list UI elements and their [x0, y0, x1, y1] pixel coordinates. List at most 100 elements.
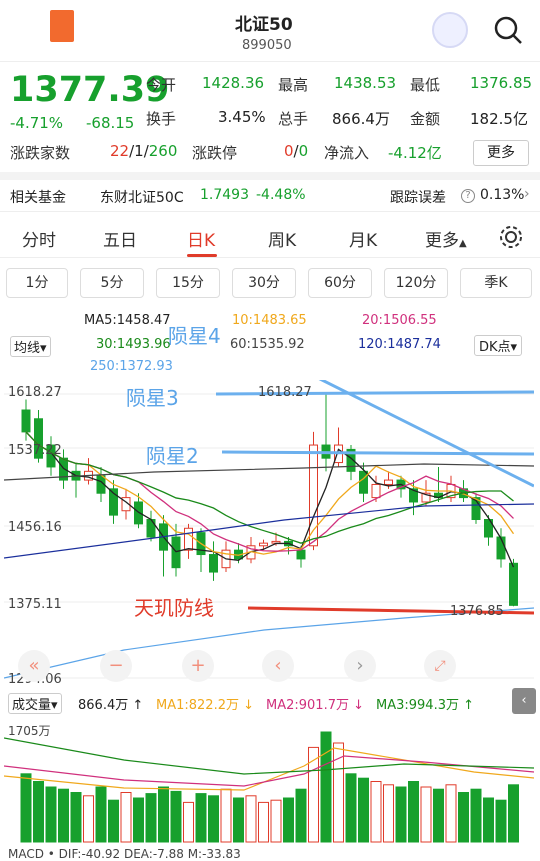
volume-bar — [133, 797, 144, 843]
related-fund-row[interactable]: 相关基金 东财北证50C 1.7493 -4.48% 跟踪误差 ? 0.13% … — [0, 180, 540, 212]
active-tab-indicator — [187, 254, 217, 257]
candle-body — [359, 470, 368, 494]
kline-svg — [3, 333, 535, 679]
high-marker: 1618.27 — [258, 385, 312, 400]
volume-bar — [295, 788, 307, 843]
volume-bar — [158, 786, 169, 843]
collapse-panel-icon[interactable]: ‹ — [512, 688, 536, 714]
volume-bar — [183, 801, 194, 843]
tab-more[interactable]: 更多▲ — [425, 226, 467, 251]
gear-icon[interactable] — [498, 224, 524, 250]
volume-bar — [33, 781, 44, 843]
volume-bar — [258, 801, 269, 843]
more-quote-button[interactable]: 更多 — [473, 140, 529, 166]
tab-five-day[interactable]: 五日 — [103, 226, 137, 251]
tab-daily-k[interactable]: 日K — [187, 226, 215, 251]
candle-body — [384, 479, 393, 485]
robot-avatar-icon[interactable] — [432, 12, 468, 48]
ma250-legend: 250:1372.93 — [90, 359, 173, 374]
volume-value: 866.4万 — [332, 110, 390, 128]
kline-chart[interactable] — [3, 333, 535, 680]
vol-ma2: MA2:901.7万 ↓ — [266, 698, 365, 713]
volume-bar — [433, 788, 444, 843]
zoom-out-icon[interactable]: − — [100, 650, 132, 682]
volume-chart[interactable] — [3, 716, 535, 844]
limit-label: 涨跌停 — [192, 144, 238, 162]
indicator-selector[interactable]: 均线▾ — [10, 336, 51, 357]
open-value: 1428.36 — [202, 74, 265, 92]
volume-bar — [270, 799, 282, 843]
volume-bar — [508, 784, 519, 843]
period-15min[interactable]: 15分 — [156, 268, 220, 298]
volume-bar — [20, 773, 32, 843]
volume-bar — [70, 792, 82, 843]
info-icon[interactable]: ? — [461, 189, 475, 203]
candle-body — [209, 554, 218, 573]
change-pct: -4.71% — [10, 114, 64, 132]
volume-bar — [308, 746, 319, 843]
axis-label-1: 1618.27 — [8, 385, 62, 400]
chevron-right-icon: › — [524, 186, 530, 202]
volume-bar — [45, 786, 57, 843]
volume-bar — [195, 793, 207, 843]
turnover-value: 3.45% — [218, 108, 266, 126]
volume-bar — [320, 731, 332, 843]
net-flow-value: -4.12亿 — [388, 144, 442, 162]
volume-max-label: 1705万 — [8, 724, 51, 738]
volume-bar — [420, 786, 432, 843]
candle-body — [496, 536, 506, 560]
period-30min[interactable]: 30分 — [232, 268, 296, 298]
period-1min[interactable]: 1分 — [6, 268, 68, 298]
vol-ma3: MA3:994.3万 ↑ — [376, 698, 475, 713]
volume-bar — [445, 784, 457, 843]
amount-label: 金额 — [410, 110, 441, 128]
change-value: -68.15 — [86, 114, 135, 132]
period-120min[interactable]: 120分 — [384, 268, 448, 298]
volume-bar — [495, 799, 507, 843]
scroll-left-fast-icon[interactable]: « — [18, 650, 50, 682]
volume-bar — [145, 793, 157, 843]
tab-monthly-k[interactable]: 月K — [349, 226, 377, 251]
volume-selector[interactable]: 成交量▾ — [8, 693, 62, 714]
tab-intraday[interactable]: 分时 — [22, 226, 56, 251]
candle-body — [259, 542, 268, 547]
ma60-legend: 60:1535.92 — [230, 337, 305, 352]
annotation-meteor-4: 陨星4 — [168, 324, 221, 348]
chart-tabs: 分时 五日 日K 周K 月K 更多▲ — [0, 214, 540, 258]
candle-body — [371, 483, 381, 499]
amount-value: 182.5亿 — [470, 110, 528, 128]
search-icon[interactable] — [492, 14, 524, 46]
ma20-legend: 20:1506.55 — [362, 313, 437, 328]
tracking-error-label: 跟踪误差 — [390, 190, 446, 206]
scroll-right-icon[interactable]: › — [344, 650, 376, 682]
volume-bar — [408, 781, 419, 843]
ma120-legend: 120:1487.74 — [358, 337, 441, 352]
tracking-error-value: 0.13% — [480, 187, 525, 203]
candle-body — [21, 409, 31, 433]
limit-values: 0/0 — [284, 142, 309, 160]
fund-name[interactable]: 东财北证50C — [100, 187, 184, 207]
volume-bar — [58, 788, 69, 843]
stock-code: 899050 — [242, 38, 292, 53]
low-label: 最低 — [410, 76, 441, 94]
dk-point-button[interactable]: DK点▾ — [474, 335, 523, 356]
back-icon[interactable] — [50, 10, 74, 42]
open-label: 今开 — [146, 76, 177, 94]
ma120-line — [3, 503, 535, 559]
fullscreen-icon[interactable]: ⤢ — [424, 650, 456, 682]
fund-pct: -4.48% — [256, 187, 306, 203]
scroll-left-icon[interactable]: ‹ — [262, 650, 294, 682]
volume-bar — [283, 797, 294, 843]
quote-panel: 1377.39 -4.71% -68.15 今开 1428.36 最高 1438… — [0, 62, 540, 180]
axis-label-3: 1456.16 — [8, 520, 62, 535]
tab-weekly-k[interactable]: 周K — [268, 226, 296, 251]
net-flow-label: 净流入 — [324, 144, 370, 162]
period-quarter-k[interactable]: 季K — [460, 268, 532, 298]
zoom-in-icon[interactable]: + — [182, 650, 214, 682]
period-5min[interactable]: 5分 — [80, 268, 144, 298]
period-60min[interactable]: 60分 — [308, 268, 372, 298]
volume-bar — [383, 784, 394, 843]
breadth-label: 涨跌家数 — [10, 144, 71, 162]
volume-bar — [108, 799, 119, 843]
fund-nav: 1.7493 — [200, 187, 249, 203]
